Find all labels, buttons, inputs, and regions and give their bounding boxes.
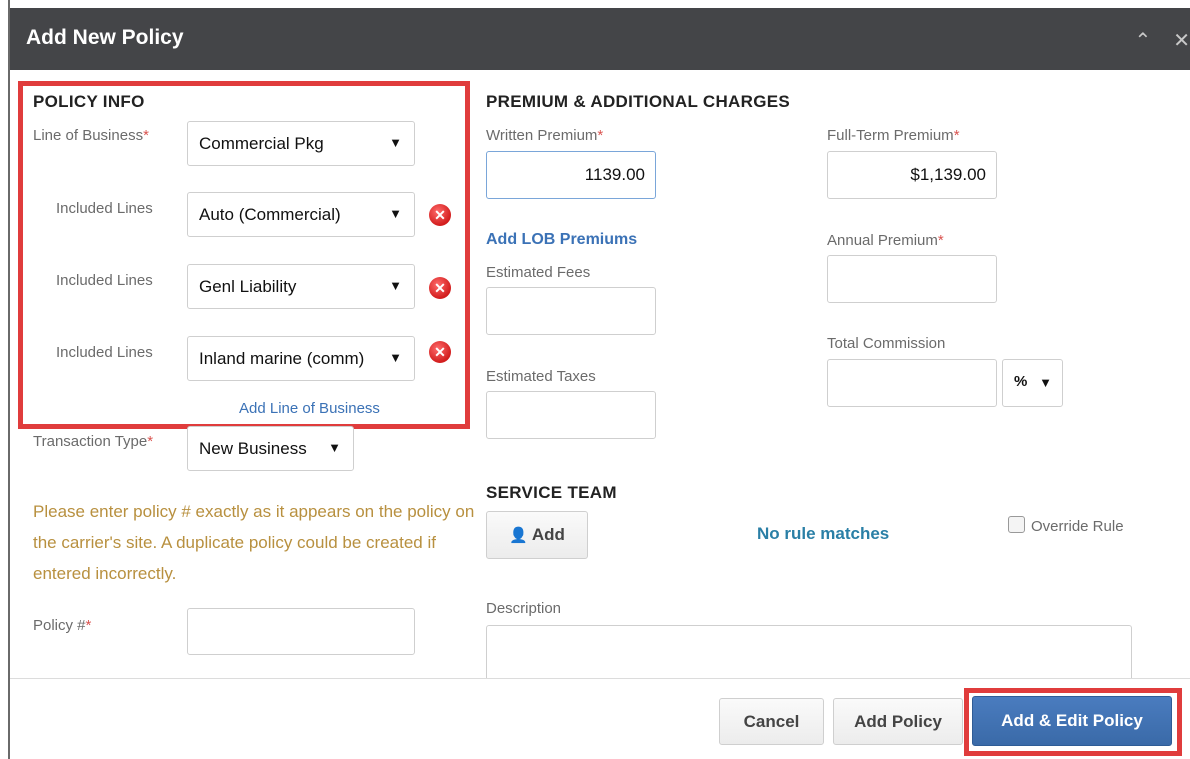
commission-unit-select[interactable]: % ▼	[1002, 359, 1063, 407]
estimated-fees-input[interactable]	[486, 287, 656, 335]
add-policy-dialog: Add New Policy ⌃ ✕ POLICY INFO Line of Bu…	[10, 8, 1190, 759]
policy-info-heading: POLICY INFO	[33, 92, 145, 111]
premium-heading: PREMIUM & ADDITIONAL CHARGES	[486, 92, 791, 111]
transaction-type-select[interactable]: New Business ▼	[187, 426, 354, 471]
remove-circle-icon[interactable]: ✕	[429, 204, 451, 226]
add-line-of-business-link[interactable]: Add Line of Business	[239, 400, 380, 417]
footer-divider	[10, 678, 1190, 679]
add-lob-premiums-link[interactable]: Add LOB Premiums	[486, 231, 637, 249]
chevron-up-icon[interactable]: ⌃	[1134, 28, 1151, 53]
policy-number-label: Policy #*	[33, 617, 92, 634]
full-term-premium-label: Full-Term Premium*	[827, 127, 960, 144]
description-textarea[interactable]	[486, 625, 1132, 678]
estimated-taxes-input[interactable]	[486, 391, 656, 439]
included-lines-label: Included Lines	[56, 272, 153, 289]
cancel-button[interactable]: Cancel	[719, 698, 824, 745]
remove-circle-icon[interactable]: ✕	[429, 341, 451, 363]
included-lines-label: Included Lines	[56, 344, 153, 361]
dialog-titlebar: Add New Policy ⌃ ✕	[10, 8, 1190, 70]
dropdown-arrow-icon: ▼	[389, 135, 402, 150]
included-line-select-2[interactable]: Genl Liability ▼	[187, 264, 415, 309]
close-icon[interactable]: ✕	[1173, 28, 1190, 53]
add-policy-button[interactable]: Add Policy	[833, 698, 963, 745]
override-rule-label: Override Rule	[1031, 518, 1124, 535]
estimated-taxes-label: Estimated Taxes	[486, 368, 596, 385]
transaction-type-label: Transaction Type*	[33, 433, 154, 450]
line-of-business-label: Line of Business*	[33, 127, 149, 144]
add-team-member-button[interactable]: 👤 Add	[486, 511, 588, 559]
policy-number-warning: Please enter policy # exactly as it appe…	[33, 502, 475, 583]
service-team-heading: SERVICE TEAM	[486, 483, 617, 502]
full-term-premium-input[interactable]: $1,139.00	[827, 151, 997, 199]
dropdown-arrow-icon: ▼	[389, 278, 402, 293]
included-line-select-1[interactable]: Auto (Commercial) ▼	[187, 192, 415, 237]
description-label: Description	[486, 600, 562, 617]
add-edit-policy-button[interactable]: Add & Edit Policy	[972, 696, 1172, 746]
annual-premium-label: Annual Premium*	[827, 232, 944, 249]
annual-premium-input[interactable]	[827, 255, 997, 303]
total-commission-input[interactable]	[827, 359, 997, 407]
dropdown-arrow-icon: ▼	[389, 206, 402, 221]
dropdown-arrow-icon: ▼	[389, 350, 402, 365]
written-premium-input[interactable]: 1139.00	[486, 151, 656, 199]
remove-circle-icon[interactable]: ✕	[429, 277, 451, 299]
included-lines-label: Included Lines	[56, 200, 153, 217]
dialog-title: Add New Policy	[26, 26, 184, 49]
override-rule-checkbox[interactable]	[1008, 516, 1025, 533]
user-icon: 👤	[509, 527, 528, 544]
dropdown-arrow-icon: ▼	[328, 440, 341, 455]
estimated-fees-label: Estimated Fees	[486, 264, 591, 281]
window-edge	[0, 0, 10, 759]
total-commission-label: Total Commission	[827, 335, 946, 352]
policy-number-input[interactable]	[187, 608, 415, 655]
line-of-business-select[interactable]: Commercial Pkg ▼	[187, 121, 415, 166]
no-rule-matches-text: No rule matches	[757, 524, 890, 543]
dropdown-arrow-icon: ▼	[1039, 375, 1052, 390]
written-premium-label: Written Premium*	[486, 127, 604, 144]
included-line-select-3[interactable]: Inland marine (comm) ▼	[187, 336, 415, 381]
